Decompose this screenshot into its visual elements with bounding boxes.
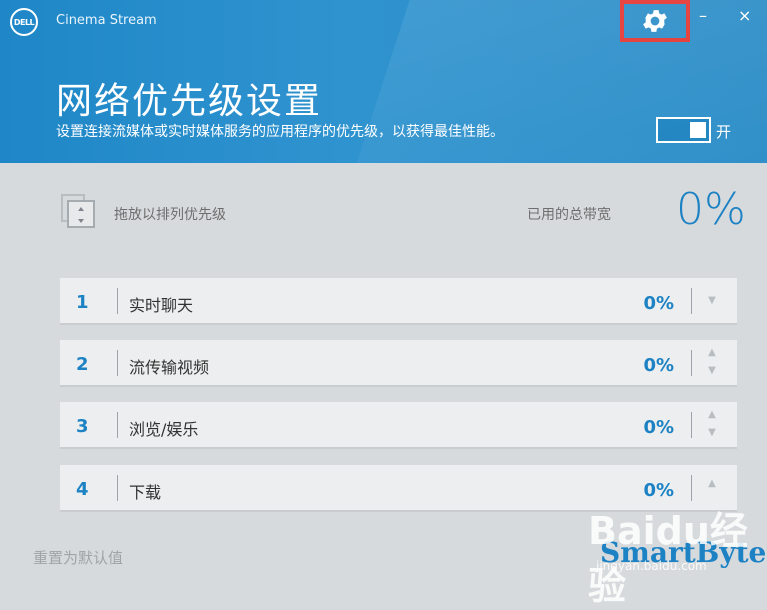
priority-row-3[interactable]: 3 浏览/娱乐 0% ▲ ▼ [60, 402, 737, 449]
priority-row-2[interactable]: 2 流传输视频 0% ▲ ▼ [60, 340, 737, 387]
row-divider [117, 412, 118, 438]
row-divider [691, 412, 692, 438]
drag-reorder-icon [61, 194, 95, 228]
baidu-watermark: Baidu经验 [588, 509, 748, 608]
row-rank: 1 [76, 292, 89, 313]
row-rank: 3 [76, 416, 89, 437]
app-title: Cinema Stream [56, 13, 157, 28]
row-divider [691, 350, 692, 376]
row-divider [117, 475, 118, 501]
dell-logo: DELL [10, 8, 38, 36]
minimize-button[interactable]: – [699, 6, 707, 26]
row-label: 浏览/娱乐 [129, 420, 199, 439]
row-divider [691, 288, 692, 314]
baidu-watermark-url: jingyan.baidu.com [596, 559, 707, 573]
settings-button[interactable] [620, 0, 690, 42]
row-divider [691, 475, 692, 501]
row-divider [117, 288, 118, 314]
row-label: 下载 [129, 483, 162, 502]
priority-row-1[interactable]: 1 实时聊天 0% ▼ [60, 278, 737, 325]
row-percent: 0% [643, 417, 674, 438]
row-label: 流传输视频 [129, 358, 210, 377]
toggle-label: 开 [716, 123, 732, 141]
move-up-icon[interactable]: ▲ [705, 479, 719, 489]
bandwidth-value: 0% [676, 184, 746, 235]
close-button[interactable]: × [738, 6, 751, 26]
row-percent: 0% [643, 355, 674, 376]
toggle-thumb [690, 122, 706, 138]
reset-defaults-link[interactable]: 重置为默认值 [33, 547, 123, 568]
row-divider [117, 350, 118, 376]
prioritization-toggle[interactable] [656, 117, 711, 143]
header-banner: DELL Cinema Stream – × 网络优先级设置 设置连接流媒体或实… [0, 0, 767, 163]
row-percent: 0% [643, 480, 674, 501]
drag-hint: 拖放以排列优先级 [114, 207, 226, 223]
move-down-icon[interactable]: ▼ [705, 296, 719, 306]
bandwidth-label: 已用的总带宽 [527, 207, 611, 223]
move-up-icon[interactable]: ▲ [705, 348, 719, 358]
row-label: 实时聊天 [129, 296, 194, 315]
move-down-icon[interactable]: ▼ [705, 366, 719, 376]
page-title: 网络优先级设置 [56, 81, 323, 122]
row-rank: 2 [76, 354, 89, 375]
page-subtitle: 设置连接流媒体或实时媒体服务的应用程序的优先级，以获得最佳性能。 [56, 124, 504, 140]
row-rank: 4 [76, 479, 89, 500]
gear-icon [643, 10, 667, 32]
move-down-icon[interactable]: ▼ [705, 428, 719, 438]
move-up-icon[interactable]: ▲ [705, 410, 719, 420]
row-percent: 0% [643, 293, 674, 314]
